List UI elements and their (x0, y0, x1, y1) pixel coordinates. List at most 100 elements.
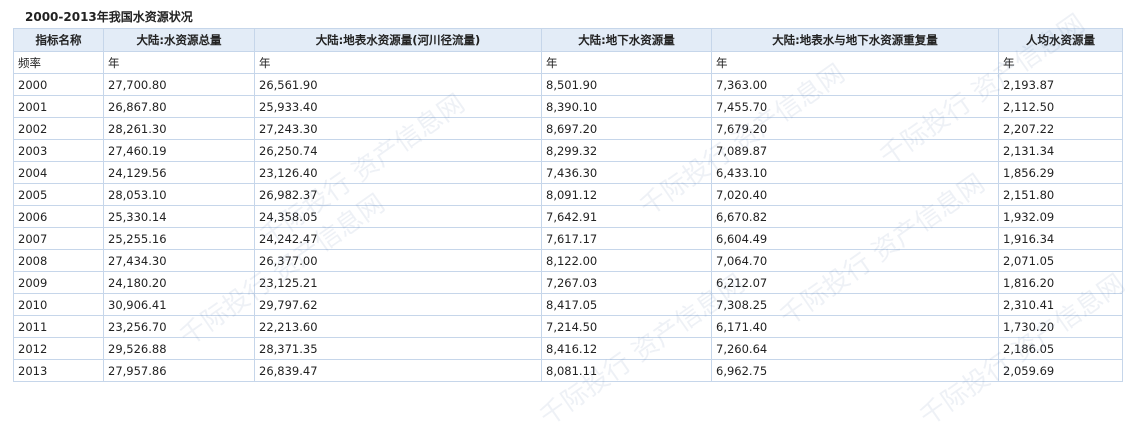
table-cell: 年 (711, 51, 999, 74)
table-row: 2012 29,526.88 28,371.35 8,416.12 7,260.64 2,… (13, 337, 1123, 360)
value-cell: 6,670.82 (711, 205, 999, 228)
value-cell: 8,299.32 (541, 139, 712, 162)
year-cell: 2010 (13, 293, 104, 316)
value-cell: 2,193.87 (998, 73, 1123, 96)
header-row: 指标名称 大陆:水资源总量 大陆:地表水资源量(河川径流量) 大陆:地下水资源量… (13, 28, 1123, 52)
year-cell: 2008 (13, 249, 104, 272)
table-cell: 频率 (13, 51, 104, 74)
year-cell: 2001 (13, 95, 104, 118)
value-cell: 6,212.07 (711, 271, 999, 294)
value-cell: 27,957.86 (103, 359, 255, 382)
value-cell: 22,213.60 (254, 315, 542, 338)
year-cell: 2011 (13, 315, 104, 338)
value-cell: 26,561.90 (254, 73, 542, 96)
year-cell: 2009 (13, 271, 104, 294)
year-cell: 2006 (13, 205, 104, 228)
value-cell: 7,089.87 (711, 139, 999, 162)
value-cell: 27,700.80 (103, 73, 255, 96)
value-cell: 8,417.05 (541, 293, 712, 316)
value-cell: 1,730.20 (998, 315, 1123, 338)
year-cell: 2005 (13, 183, 104, 206)
value-cell: 28,053.10 (103, 183, 255, 206)
value-cell: 8,091.12 (541, 183, 712, 206)
value-cell: 23,126.40 (254, 161, 542, 184)
column-header: 大陆:地表水资源量(河川径流量) (254, 28, 542, 52)
value-cell: 7,436.30 (541, 161, 712, 184)
value-cell: 26,867.80 (103, 95, 255, 118)
value-cell: 7,020.40 (711, 183, 999, 206)
table-row: 2007 25,255.16 24,242.47 7,617.17 6,604.49 1,… (13, 227, 1123, 250)
table-cell: 年 (541, 51, 712, 74)
year-cell: 2013 (13, 359, 104, 382)
value-cell: 8,501.90 (541, 73, 712, 96)
value-cell: 2,059.69 (998, 359, 1123, 382)
value-cell: 2,186.05 (998, 337, 1123, 360)
table-row: 2006 25,330.14 24,358.05 7,642.91 6,670.82 1,… (13, 205, 1123, 228)
table-title: 2000-2013年我国水资源状况 (25, 10, 193, 24)
value-cell: 7,064.70 (711, 249, 999, 272)
value-cell: 6,171.40 (711, 315, 999, 338)
value-cell: 28,371.35 (254, 337, 542, 360)
value-cell: 24,180.20 (103, 271, 255, 294)
value-cell: 26,839.47 (254, 359, 542, 382)
value-cell: 7,617.17 (541, 227, 712, 250)
column-header: 大陆:地下水资源量 (541, 28, 712, 52)
value-cell: 6,433.10 (711, 161, 999, 184)
value-cell: 1,916.34 (998, 227, 1123, 250)
year-cell: 2003 (13, 139, 104, 162)
value-cell: 8,390.10 (541, 95, 712, 118)
value-cell: 26,377.00 (254, 249, 542, 272)
column-header: 指标名称 (13, 28, 104, 52)
value-cell: 27,434.30 (103, 249, 255, 272)
value-cell: 2,310.41 (998, 293, 1123, 316)
value-cell: 2,131.34 (998, 139, 1123, 162)
value-cell: 29,797.62 (254, 293, 542, 316)
value-cell: 7,260.64 (711, 337, 999, 360)
table-cell: 年 (254, 51, 542, 74)
table-row: 2013 27,957.86 26,839.47 8,081.11 6,962.75 2,… (13, 359, 1123, 382)
value-cell: 6,604.49 (711, 227, 999, 250)
value-cell: 25,255.16 (103, 227, 255, 250)
table-row: 2002 28,261.30 27,243.30 8,697.20 7,679.20 2,… (13, 117, 1123, 140)
value-cell: 24,129.56 (103, 161, 255, 184)
frequency-row: 频率 年 年 年 年 年 (13, 51, 1123, 74)
value-cell: 23,256.70 (103, 315, 255, 338)
value-cell: 24,242.47 (254, 227, 542, 250)
table-cell: 年 (998, 51, 1123, 74)
value-cell: 7,308.25 (711, 293, 999, 316)
value-cell: 27,243.30 (254, 117, 542, 140)
value-cell: 27,460.19 (103, 139, 255, 162)
table-row: 2009 24,180.20 23,125.21 7,267.03 6,212.07 1,… (13, 271, 1123, 294)
table-row: 2004 24,129.56 23,126.40 7,436.30 6,433.10 1,… (13, 161, 1123, 184)
value-cell: 8,697.20 (541, 117, 712, 140)
table-row: 2011 23,256.70 22,213.60 7,214.50 6,171.40 1,… (13, 315, 1123, 338)
column-header: 大陆:地表水与地下水资源重复量 (711, 28, 999, 52)
column-header: 人均水资源量 (998, 28, 1123, 52)
value-cell: 28,261.30 (103, 117, 255, 140)
column-header: 大陆:水资源总量 (103, 28, 255, 52)
year-cell: 2007 (13, 227, 104, 250)
year-cell: 2002 (13, 117, 104, 140)
value-cell: 7,267.03 (541, 271, 712, 294)
value-cell: 8,122.00 (541, 249, 712, 272)
value-cell: 2,071.05 (998, 249, 1123, 272)
year-cell: 2012 (13, 337, 104, 360)
value-cell: 7,363.00 (711, 73, 999, 96)
value-cell: 23,125.21 (254, 271, 542, 294)
table-row: 2000 27,700.80 26,561.90 8,501.90 7,363.00 2,… (13, 73, 1123, 96)
value-cell: 25,933.40 (254, 95, 542, 118)
value-cell: 1,932.09 (998, 205, 1123, 228)
value-cell: 26,982.37 (254, 183, 542, 206)
year-cell: 2000 (13, 73, 104, 96)
value-cell: 7,455.70 (711, 95, 999, 118)
value-cell: 2,151.80 (998, 183, 1123, 206)
value-cell: 26,250.74 (254, 139, 542, 162)
value-cell: 1,816.20 (998, 271, 1123, 294)
value-cell: 25,330.14 (103, 205, 255, 228)
table-row: 2005 28,053.10 26,982.37 8,091.12 7,020.40 2,… (13, 183, 1123, 206)
value-cell: 7,642.91 (541, 205, 712, 228)
value-cell: 24,358.05 (254, 205, 542, 228)
value-cell: 8,416.12 (541, 337, 712, 360)
table-row: 2010 30,906.41 29,797.62 8,417.05 7,308.25 2,… (13, 293, 1123, 316)
value-cell: 8,081.11 (541, 359, 712, 382)
